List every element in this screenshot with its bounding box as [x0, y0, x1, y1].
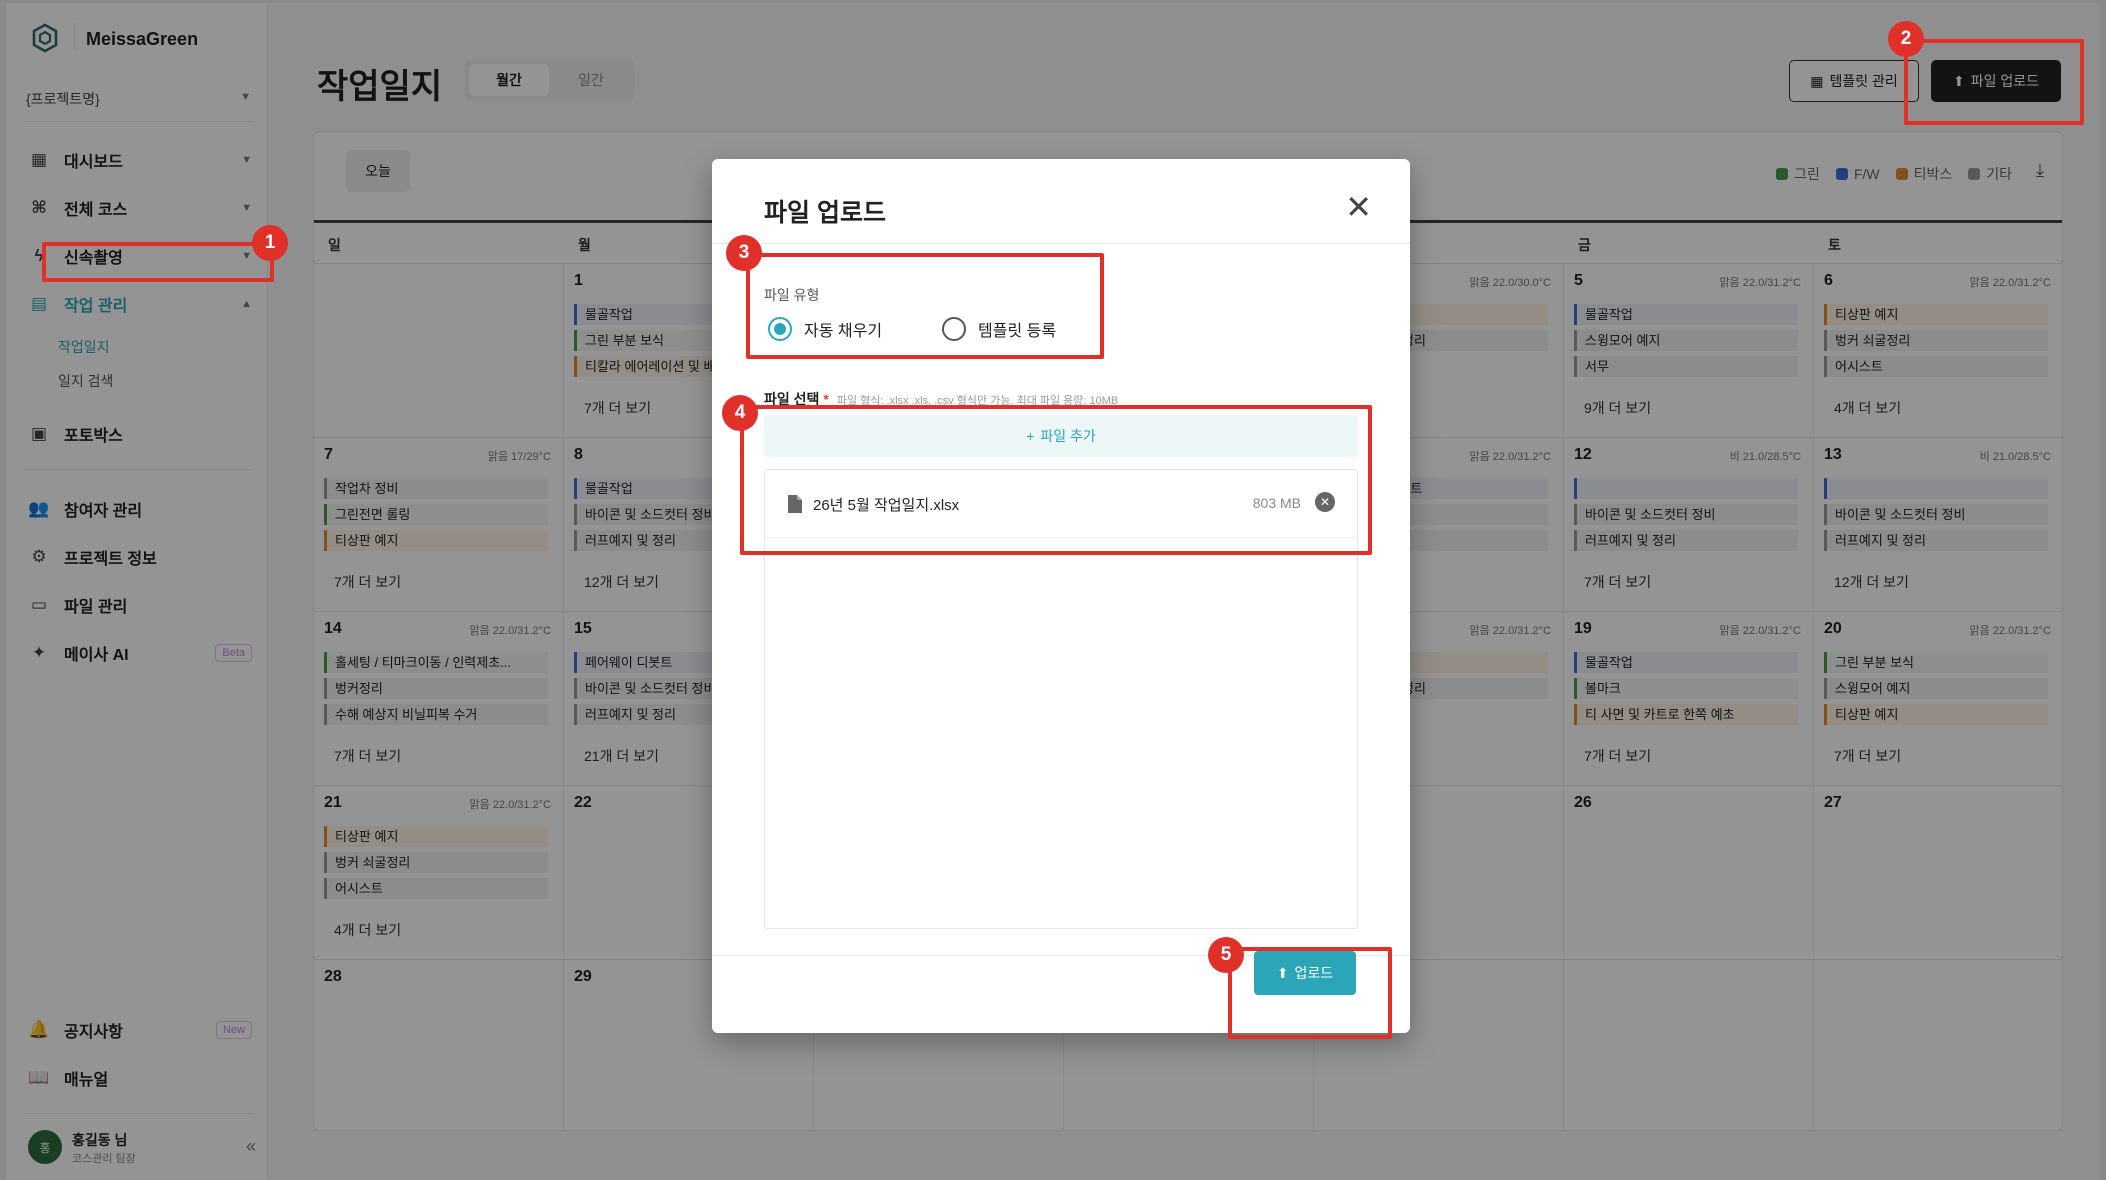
- highlight-box-3: [746, 253, 1104, 359]
- app-window: MeissaGreen {프로젝트명} ▼ ▦ 대시보드 ▼ ⌘ 전체 코스 ▼…: [6, 3, 2100, 1180]
- modal-title: 파일 업로드: [764, 199, 886, 227]
- highlight-box-5: [1228, 947, 1392, 1039]
- callout-number: 1: [252, 225, 288, 261]
- highlight-box-1: [42, 242, 274, 282]
- close-icon[interactable]: ✕: [1345, 191, 1372, 223]
- highlight-box-4: [740, 405, 1372, 555]
- highlight-box-2: [1904, 39, 2084, 125]
- callout-number: 5: [1208, 937, 1244, 973]
- modal-divider: [712, 243, 1410, 244]
- callout-number: 4: [722, 395, 758, 431]
- callout-number: 3: [726, 235, 762, 271]
- callout-number: 2: [1888, 21, 1924, 57]
